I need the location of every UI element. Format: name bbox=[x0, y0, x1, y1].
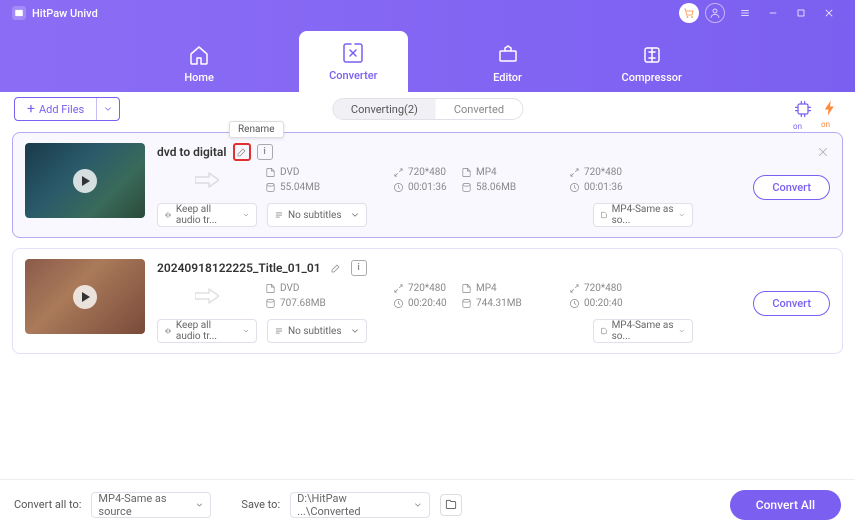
subtitle-select[interactable]: No subtitles bbox=[267, 319, 367, 343]
play-icon bbox=[73, 285, 97, 309]
convert-button[interactable]: Convert bbox=[753, 291, 830, 316]
rename-tooltip: Rename bbox=[229, 121, 284, 138]
source-size: 55.04MB bbox=[265, 182, 385, 193]
rename-button[interactable] bbox=[327, 259, 345, 277]
source-duration: 00:01:36 bbox=[393, 182, 453, 193]
arrow-icon bbox=[157, 287, 257, 305]
nav-home[interactable]: Home bbox=[159, 35, 239, 92]
minimize-button[interactable] bbox=[759, 0, 787, 26]
nav-editor-label: Editor bbox=[493, 71, 522, 84]
source-resolution: 720*480 bbox=[393, 283, 453, 294]
source-size: 707.68MB bbox=[265, 298, 385, 309]
convert-all-button[interactable]: Convert All bbox=[730, 490, 841, 520]
compressor-icon bbox=[640, 43, 664, 67]
audio-track-select[interactable]: Keep all audio tr... bbox=[157, 319, 257, 343]
add-files-label: Add Files bbox=[39, 103, 84, 116]
file-name: dvd to digital bbox=[157, 145, 227, 159]
subtitle-select[interactable]: No subtitles bbox=[267, 203, 367, 227]
app-title: HitPaw Univd bbox=[32, 7, 679, 20]
output-format-select[interactable]: MP4-Same as so... bbox=[593, 319, 693, 343]
source-resolution: 720*480 bbox=[393, 167, 453, 178]
toolbar: +Add Files Converting(2) Converted on on bbox=[0, 92, 855, 126]
cart-icon[interactable] bbox=[679, 3, 699, 23]
dest-resolution: 720*480 bbox=[569, 283, 689, 294]
info-button[interactable]: i bbox=[351, 260, 367, 276]
dest-duration: 00:20:40 bbox=[569, 298, 689, 309]
save-to-path-select[interactable]: D:\HitPaw ...\Converted bbox=[290, 492, 430, 518]
titlebar: HitPaw Univd bbox=[0, 0, 855, 26]
source-duration: 00:20:40 bbox=[393, 298, 453, 309]
audio-track-select[interactable]: Keep all audio tr... bbox=[157, 203, 257, 227]
convert-all-format-select[interactable]: MP4-Same as source bbox=[91, 492, 211, 518]
add-files-button[interactable]: +Add Files bbox=[14, 97, 120, 121]
footer: Convert all to: MP4-Same as source Save … bbox=[0, 479, 855, 529]
source-format: DVD bbox=[265, 167, 385, 178]
convert-button[interactable]: Convert bbox=[753, 175, 830, 200]
menu-icon[interactable] bbox=[731, 0, 759, 26]
file-card: Rename dvd to digital i DVD 720*480 MP4 … bbox=[12, 132, 843, 238]
editor-icon bbox=[496, 43, 520, 67]
remove-item-button[interactable] bbox=[816, 145, 830, 159]
file-card: 20240918122225_Title_01_01 i DVD 720*480… bbox=[12, 248, 843, 354]
add-files-dropdown[interactable] bbox=[96, 98, 119, 120]
app-logo-icon bbox=[12, 6, 26, 20]
file-list: Rename dvd to digital i DVD 720*480 MP4 … bbox=[0, 126, 855, 476]
lightning-icon[interactable]: on bbox=[821, 99, 841, 119]
convert-all-to-label: Convert all to: bbox=[14, 498, 81, 511]
tab-converted[interactable]: Converted bbox=[436, 99, 522, 119]
info-button[interactable]: i bbox=[257, 144, 273, 160]
nav-compressor-label: Compressor bbox=[622, 71, 682, 84]
video-thumbnail[interactable] bbox=[25, 143, 145, 218]
home-icon bbox=[187, 43, 211, 67]
close-button[interactable] bbox=[815, 0, 843, 26]
nav-converter-label: Converter bbox=[329, 69, 377, 82]
converter-icon bbox=[341, 41, 365, 65]
gpu-accel-icon[interactable]: on bbox=[793, 99, 813, 119]
queue-tabs: Converting(2) Converted bbox=[332, 98, 523, 120]
dest-format: MP4 bbox=[461, 167, 561, 178]
dest-format: MP4 bbox=[461, 283, 561, 294]
main-nav: Home Converter Editor Compressor bbox=[0, 26, 855, 92]
video-thumbnail[interactable] bbox=[25, 259, 145, 334]
arrow-icon bbox=[157, 171, 257, 189]
nav-editor[interactable]: Editor bbox=[468, 35, 548, 92]
maximize-button[interactable] bbox=[787, 0, 815, 26]
save-to-label: Save to: bbox=[241, 498, 280, 511]
dest-size: 58.06MB bbox=[461, 182, 561, 193]
dest-size: 744.31MB bbox=[461, 298, 561, 309]
source-format: DVD bbox=[265, 283, 385, 294]
rename-button[interactable] bbox=[233, 143, 251, 161]
file-name: 20240918122225_Title_01_01 bbox=[157, 261, 321, 275]
nav-home-label: Home bbox=[184, 71, 214, 84]
play-icon bbox=[73, 169, 97, 193]
output-format-select[interactable]: MP4-Same as so... bbox=[593, 203, 693, 227]
nav-converter[interactable]: Converter bbox=[299, 31, 407, 92]
dest-duration: 00:01:36 bbox=[569, 182, 689, 193]
tab-converting[interactable]: Converting(2) bbox=[333, 99, 436, 119]
user-icon[interactable] bbox=[705, 3, 725, 23]
dest-resolution: 720*480 bbox=[569, 167, 689, 178]
open-folder-button[interactable] bbox=[440, 494, 462, 516]
nav-compressor[interactable]: Compressor bbox=[608, 35, 696, 92]
